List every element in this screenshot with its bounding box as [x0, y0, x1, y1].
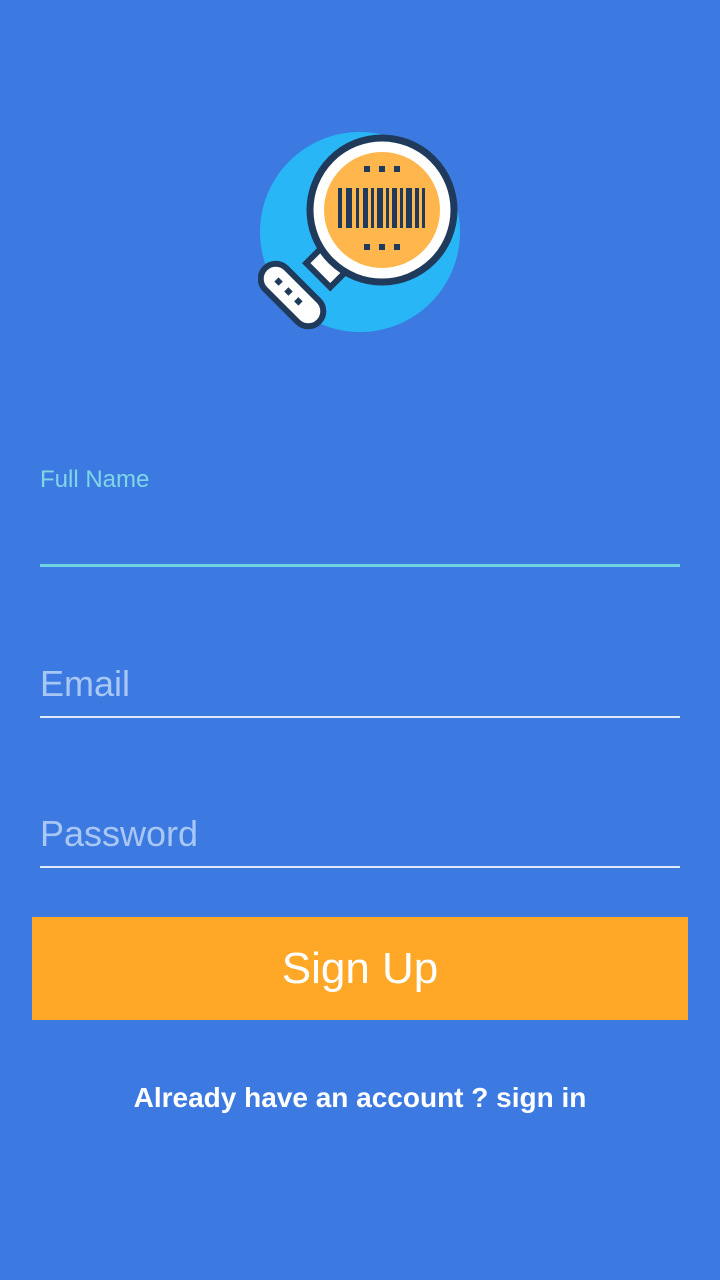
sign-up-button[interactable]: Sign Up [32, 917, 688, 1020]
sign-in-link[interactable]: Already have an account ? sign in [0, 1082, 720, 1114]
barcode-magnifier-icon [257, 130, 462, 334]
email-field[interactable] [40, 660, 680, 718]
password-input[interactable] [40, 810, 680, 858]
password-field[interactable] [40, 810, 680, 868]
full-name-input[interactable] [40, 510, 680, 558]
email-underline [40, 716, 680, 718]
full-name-underline [40, 564, 680, 567]
full-name-label: Full Name [40, 466, 150, 493]
email-input[interactable] [40, 660, 680, 708]
password-underline [40, 866, 680, 868]
full-name-field[interactable] [40, 510, 680, 567]
